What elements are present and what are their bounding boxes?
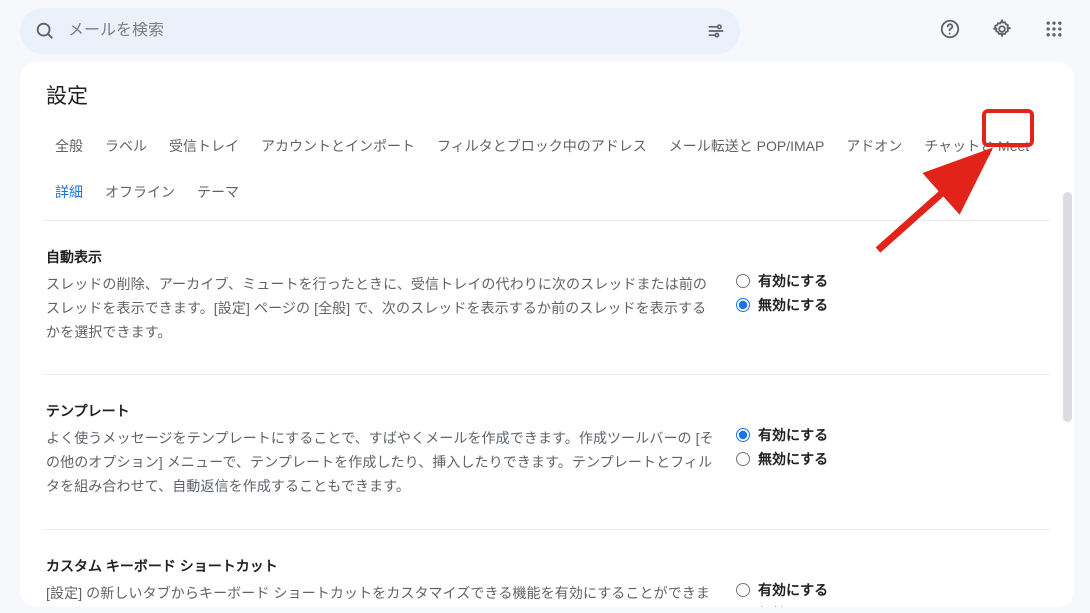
radio-option-enable[interactable]: 有効にする [736,271,1048,291]
radio-label: 無効にする [758,295,828,315]
radio-option-disable[interactable]: 無効にする [736,604,1048,607]
tab-オフライン[interactable]: オフライン [94,174,186,220]
radio-input[interactable] [736,583,750,597]
scrollbar-track[interactable] [1060,192,1074,607]
radio-label: 有効にする [758,271,828,291]
radio-label: 無効にする [758,604,828,607]
tab-ラベル[interactable]: ラベル [94,128,158,174]
section-title: テンプレート [46,401,716,421]
radio-input[interactable] [736,298,750,312]
radio-input[interactable] [736,274,750,288]
search-icon [34,20,56,42]
radio-label: 無効にする [758,449,828,469]
tab-アドオン[interactable]: アドオン [835,128,913,174]
radio-option-enable[interactable]: 有効にする [736,425,1048,445]
top-bar [0,0,1090,62]
help-button[interactable] [930,11,970,51]
page-title: 設定 [44,80,1050,110]
tab-詳細[interactable]: 詳細 [44,174,94,220]
search-input[interactable] [68,22,706,40]
radio-input[interactable] [736,452,750,466]
radio-option-disable[interactable]: 無効にする [736,449,1048,469]
tab-アカウントとインポート[interactable]: アカウントとインポート [250,128,426,174]
section-description: スレッドの削除、アーカイブ、ミュートを行ったときに、受信トレイの代わりに次のスレ… [46,273,716,344]
apps-grid-icon [1044,19,1064,44]
section-description: [設定] の新しいタブからキーボード ショートカットをカスタマイズできる機能を有… [46,582,716,607]
setting-section: 自動表示スレッドの削除、アーカイブ、ミュートを行ったときに、受信トレイの代わりに… [44,221,1050,375]
radio-label: 有効にする [758,425,828,445]
apps-button[interactable] [1034,11,1074,51]
section-title: カスタム キーボード ショートカット [46,556,716,576]
tune-icon[interactable] [706,21,726,41]
settings-button[interactable] [982,11,1022,51]
radio-label: 有効にする [758,580,828,600]
tab-全般[interactable]: 全般 [44,128,94,174]
setting-section: テンプレートよく使うメッセージをテンプレートにすることで、すばやくメールを作成で… [44,375,1050,529]
section-title: 自動表示 [46,247,716,267]
tab-フィルタとブロック中のアドレス[interactable]: フィルタとブロック中のアドレス [426,128,658,174]
search-box[interactable] [20,8,740,54]
settings-card: 設定 全般ラベル受信トレイアカウントとインポートフィルタとブロック中のアドレスメ… [20,62,1074,607]
setting-section: カスタム キーボード ショートカット [設定] の新しいタブからキーボード ショー… [44,530,1050,607]
tab-チャットと Meet[interactable]: チャットと Meet [913,128,1040,174]
settings-tabs: 全般ラベル受信トレイアカウントとインポートフィルタとブロック中のアドレスメール転… [44,128,1050,221]
gear-icon [991,18,1013,45]
radio-input[interactable] [736,428,750,442]
scrollbar-thumb[interactable] [1063,192,1072,422]
tab-受信トレイ[interactable]: 受信トレイ [158,128,250,174]
radio-option-enable[interactable]: 有効にする [736,580,1048,600]
tab-メール転送と POP/IMAP[interactable]: メール転送と POP/IMAP [658,128,836,174]
help-icon [939,18,961,45]
section-description: よく使うメッセージをテンプレートにすることで、すばやくメールを作成できます。作成… [46,427,716,498]
radio-option-disable[interactable]: 無効にする [736,295,1048,315]
tab-テーマ[interactable]: テーマ [186,174,250,220]
